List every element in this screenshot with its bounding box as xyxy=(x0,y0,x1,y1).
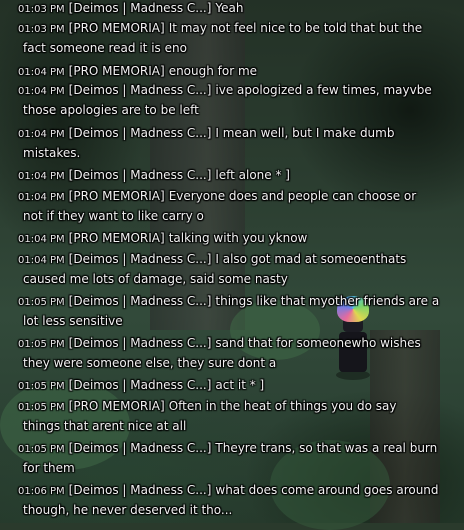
message-text: what does come around goes around xyxy=(215,483,439,497)
message-text-continued: though, he never deserved it tho... xyxy=(23,503,233,517)
chat-message: 01:05 PM [PRO MEMORIA] Often in the heat o… xyxy=(18,397,458,435)
message-timestamp: 01:04 PM xyxy=(18,234,65,245)
message-text: talking with you yknow xyxy=(168,231,308,245)
chat-message: 01:04 PM [Deimos | Madness C...] ive apolo… xyxy=(18,81,458,119)
message-text-continued: fact someone read it is eno xyxy=(23,41,187,55)
chat-message: 01:04 PM [PRO MEMORIA] Everyone does and p… xyxy=(18,187,458,225)
chat-message: 01:04 PM [Deimos | Madness C...] I also go… xyxy=(18,250,458,288)
message-timestamp: 01:04 PM xyxy=(18,67,65,78)
message-text-continued: not if they want to like carry o xyxy=(23,209,204,223)
message-sender[interactable]: [Deimos | Madness C...] xyxy=(69,336,212,350)
message-timestamp: 01:04 PM xyxy=(18,192,65,203)
message-sender[interactable]: [Deimos | Madness C...] xyxy=(69,441,212,455)
message-text: enough for me xyxy=(168,64,258,78)
message-text-continued: caused me lots of damage, said some nast… xyxy=(23,272,288,286)
message-timestamp: 01:04 PM xyxy=(18,171,65,182)
message-text-continued: those apologies are to be left xyxy=(23,103,199,117)
chat-message: 01:03 PM [PRO MEMORIA] It may not feel nic… xyxy=(18,19,458,57)
message-text: act it * ] xyxy=(215,378,265,392)
message-text: Everyone does and people can choose or xyxy=(168,189,417,203)
chat-message: 01:05 PM [Deimos | Madness C...] act it * … xyxy=(18,376,458,396)
message-text-continued: for them xyxy=(23,461,75,475)
message-text: Yeah xyxy=(215,1,244,15)
message-text: sand that for someonewho wishes xyxy=(215,336,421,350)
message-sender[interactable]: [PRO MEMORIA] xyxy=(69,64,165,78)
message-sender[interactable]: [PRO MEMORIA] xyxy=(69,231,165,245)
message-timestamp: 01:06 PM xyxy=(18,486,65,497)
message-text: things like that myother friends are a xyxy=(215,294,440,308)
message-timestamp: 01:03 PM xyxy=(18,24,65,35)
message-text-continued: things that arent nice at all xyxy=(23,419,187,433)
message-sender[interactable]: [Deimos | Madness C...] xyxy=(69,483,212,497)
message-sender[interactable]: [Deimos | Madness C...] xyxy=(69,126,212,140)
message-timestamp: 01:04 PM xyxy=(18,86,65,97)
message-sender[interactable]: [Deimos | Madness C...] xyxy=(69,168,212,182)
message-sender[interactable]: [Deimos | Madness C...] xyxy=(69,252,212,266)
chat-message: 01:03 PM [Deimos | Madness C...] Yeah xyxy=(18,0,458,19)
message-text: It may not feel nice to be told that but… xyxy=(168,21,423,35)
message-sender[interactable]: [PRO MEMORIA] xyxy=(69,189,165,203)
message-text: ive apologized a few times, mayvbe xyxy=(215,83,432,97)
message-text: I also got mad at someoenthats xyxy=(215,252,407,266)
message-timestamp: 01:05 PM xyxy=(18,381,65,392)
message-timestamp: 01:03 PM xyxy=(18,4,65,15)
chat-message: 01:04 PM [PRO MEMORIA] talking with you yk… xyxy=(18,229,458,249)
message-timestamp: 01:05 PM xyxy=(18,444,65,455)
message-timestamp: 01:05 PM xyxy=(18,339,65,350)
chat-message: 01:05 PM [Deimos | Madness C...] Theyre tr… xyxy=(18,439,458,477)
chat-message: 01:04 PM [Deimos | Madness C...] left alon… xyxy=(18,166,458,186)
message-sender[interactable]: [Deimos | Madness C...] xyxy=(69,294,212,308)
message-timestamp: 01:04 PM xyxy=(18,129,65,140)
message-sender[interactable]: [Deimos | Madness C...] xyxy=(69,1,212,15)
message-sender[interactable]: [Deimos | Madness C...] xyxy=(69,83,212,97)
message-sender[interactable]: [Deimos | Madness C...] xyxy=(69,378,212,392)
chat-log[interactable]: 01:03 PM [Deimos | Madness C...] Yeah 01:0… xyxy=(0,0,464,523)
chat-message: 01:04 PM [PRO MEMORIA] enough for me xyxy=(18,62,458,82)
message-timestamp: 01:04 PM xyxy=(18,255,65,266)
message-timestamp: 01:05 PM xyxy=(18,297,65,308)
chat-message: 01:04 PM [Deimos | Madness C...] I mean we… xyxy=(18,124,458,162)
message-text: Often in the heat of things you do say xyxy=(168,399,397,413)
message-text: Theyre trans, so that was a real burn xyxy=(215,441,438,455)
chat-message: 01:06 PM [Deimos | Madness C...] what does… xyxy=(18,481,458,519)
message-text-continued: they were someone else, they sure dont a xyxy=(23,356,277,370)
message-timestamp: 01:05 PM xyxy=(18,402,65,413)
message-sender[interactable]: [PRO MEMORIA] xyxy=(69,21,165,35)
message-text-continued: mistakes. xyxy=(23,146,81,160)
chat-message: 01:05 PM [Deimos | Madness C...] sand that… xyxy=(18,334,458,372)
chat-message: 01:05 PM [Deimos | Madness C...] things li… xyxy=(18,292,458,330)
message-text: left alone * ] xyxy=(215,168,290,182)
message-text: I mean well, but I make dumb xyxy=(215,126,395,140)
message-text-continued: lot less sensitive xyxy=(23,314,123,328)
message-sender[interactable]: [PRO MEMORIA] xyxy=(69,399,165,413)
